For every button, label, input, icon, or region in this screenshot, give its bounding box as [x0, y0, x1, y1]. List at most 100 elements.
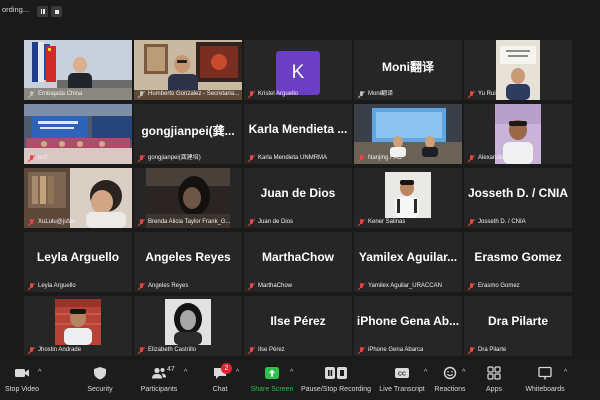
participants-button[interactable]: Participants: [136, 360, 182, 400]
participant-name: Nanjing FAO: [368, 155, 403, 161]
participant-video: [496, 40, 540, 100]
closed-caption-icon: CC: [395, 368, 409, 378]
participant-tile[interactable]: Yamilex Aguilar... Yamilex Aguilar_URACC…: [354, 232, 462, 292]
participant-tile[interactable]: MarthaChow MarthaChow: [244, 232, 352, 292]
participant-display-name: gongjianpei(龚...: [141, 124, 235, 138]
participant-tile[interactable]: Ilse Pérez Ilse Pérez: [244, 296, 352, 356]
mic-muted-icon: [467, 91, 475, 98]
shield-icon: [94, 367, 106, 380]
participant-display-name: Erasmo Gomez: [474, 250, 562, 264]
pause-stop-recording-label: Pause/Stop Recording: [300, 386, 372, 393]
participant-tile[interactable]: Brenda Alicia Taylor Frank_G...: [134, 168, 242, 228]
security-button[interactable]: Security: [78, 360, 122, 400]
smiley-icon: [443, 366, 457, 380]
participant-name: Humberto Gonzalez - Secretaria...: [148, 91, 240, 97]
meeting-toolbar: Stop Video ^ Security Participants 47 ^ …: [0, 360, 600, 400]
participant-display-name: Yamilex Aguilar...: [358, 250, 458, 264]
video-options-chevron-icon[interactable]: ^: [38, 369, 41, 376]
participant-tile[interactable]: Alexander salmerón: [464, 104, 572, 164]
mic-muted-icon: [357, 347, 365, 354]
participant-tile[interactable]: Angeles Reyes Angeles Reyes: [134, 232, 242, 292]
participants-options-chevron-icon[interactable]: ^: [184, 369, 187, 376]
pause-stop-recording-icon: [325, 367, 347, 379]
participant-display-name: Juan de Dios: [260, 186, 336, 200]
participant-tile[interactable]: Elizabeth Castrillo: [134, 296, 242, 356]
participant-tile[interactable]: Josseth D. / CNIA Josseth D. / CNIA: [464, 168, 572, 228]
chat-options-chevron-icon[interactable]: ^: [236, 369, 239, 376]
participant-tile[interactable]: Juan de Dios Juan de Dios: [244, 168, 352, 228]
participant-tile[interactable]: Jhostin Andrade: [24, 296, 132, 356]
video-camera-icon: [15, 369, 29, 377]
participant-video: [165, 299, 211, 345]
participant-tile[interactable]: iPhone Gena Ab... iPhone Gena Abarca: [354, 296, 462, 356]
participant-name: Yu Rui: [478, 91, 496, 97]
whiteboards-button[interactable]: Whiteboards: [520, 360, 570, 400]
participant-tile[interactable]: Karla Mendieta ... Karla Mendieta UNMRMA: [244, 104, 352, 164]
participant-name: Juan de Dios: [258, 219, 294, 225]
participant-tile[interactable]: K Kristel Arguello: [244, 40, 352, 100]
participant-tile[interactable]: Kener Salinas: [354, 168, 462, 228]
share-screen-button[interactable]: Share Screen: [250, 360, 294, 400]
participants-count: 47: [167, 366, 175, 373]
participant-tile[interactable]: Nanjing FAO: [354, 104, 462, 164]
participant-name: MarthaChow: [258, 283, 293, 289]
participant-tile[interactable]: Dra Pilarte Dra Pilarte: [464, 296, 572, 356]
participant-tile[interactable]: Embajada China: [24, 40, 132, 100]
participant-name: Alexander salmerón: [478, 155, 532, 161]
mic-icon: [137, 91, 145, 98]
share-options-chevron-icon[interactable]: ^: [290, 369, 293, 376]
participant-tile[interactable]: Yu Rui: [464, 40, 572, 100]
security-label: Security: [87, 386, 113, 393]
participant-name: Josseth D. / CNIA: [478, 219, 526, 225]
participant-display-name: iPhone Gena Ab...: [356, 314, 460, 328]
mic-muted-icon: [137, 155, 145, 162]
participant-tile[interactable]: Leyla Arguello Leyla Arguello: [24, 232, 132, 292]
whiteboards-options-chevron-icon[interactable]: ^: [564, 369, 567, 376]
chat-unread-badge: 2: [221, 363, 232, 374]
participant-display-name: Angeles Reyes: [145, 250, 231, 264]
participant-display-name: MarthaChow: [262, 250, 334, 264]
stop-video-button[interactable]: Stop Video: [2, 360, 42, 400]
participant-tile[interactable]: pc5: [24, 104, 132, 164]
mic-muted-icon: [27, 283, 35, 290]
participant-name: Leyla Arguello: [38, 283, 76, 289]
reactions-button[interactable]: Reactions: [432, 360, 468, 400]
apps-button[interactable]: Apps: [480, 360, 508, 400]
participants-label: Participants: [140, 386, 178, 393]
pause-recording-icon[interactable]: [37, 6, 48, 17]
mic-muted-icon: [247, 91, 255, 98]
mic-muted-icon: [137, 283, 145, 290]
live-transcript-button[interactable]: CC Live Transcript: [379, 360, 425, 400]
participant-video: [385, 172, 431, 218]
mic-muted-icon: [137, 347, 145, 354]
mic-icon: [357, 91, 365, 98]
share-screen-icon: [265, 367, 279, 379]
whiteboard-icon: [538, 366, 552, 380]
live-transcript-label: Live Transcript: [379, 386, 425, 393]
participant-display-name: Dra Pilarte: [487, 314, 549, 328]
participant-name: Jhostin Andrade: [38, 347, 82, 353]
participant-name: XuLulu@jsfao: [38, 219, 76, 225]
mic-muted-icon: [357, 219, 365, 226]
participant-name: Kristel Arguello: [258, 91, 299, 97]
stop-recording-icon[interactable]: [51, 6, 62, 17]
participant-name: Embajada China: [38, 91, 83, 97]
svg-text:CC: CC: [398, 372, 406, 378]
participant-tile[interactable]: XuLulu@jsfao: [24, 168, 132, 228]
mic-muted-icon: [467, 219, 475, 226]
participant-tile[interactable]: Erasmo Gomez Erasmo Gomez: [464, 232, 572, 292]
gallery-grid: Embajada China Humberto Gonzalez - Secre…: [24, 40, 575, 358]
participant-name: Yamilex Aguilar_URACCAN: [368, 283, 442, 289]
stop-video-label: Stop Video: [4, 386, 40, 393]
participant-name: Erasmo Gomez: [478, 283, 520, 289]
participant-name: Angeles Reyes: [148, 283, 189, 289]
participant-tile[interactable]: gongjianpei(龚... gongjianpei(龚建培): [134, 104, 242, 164]
mic-icon: [27, 91, 35, 98]
participant-tile[interactable]: Humberto Gonzalez - Secretaria...: [134, 40, 242, 100]
mic-muted-icon: [467, 283, 475, 290]
share-screen-label: Share Screen: [250, 386, 294, 393]
transcript-options-chevron-icon[interactable]: ^: [424, 369, 427, 376]
pause-stop-recording-button[interactable]: Pause/Stop Recording: [301, 360, 371, 400]
participant-tile[interactable]: Moni翻译 Moni翻译: [354, 40, 462, 100]
reactions-options-chevron-icon[interactable]: ^: [462, 369, 465, 376]
